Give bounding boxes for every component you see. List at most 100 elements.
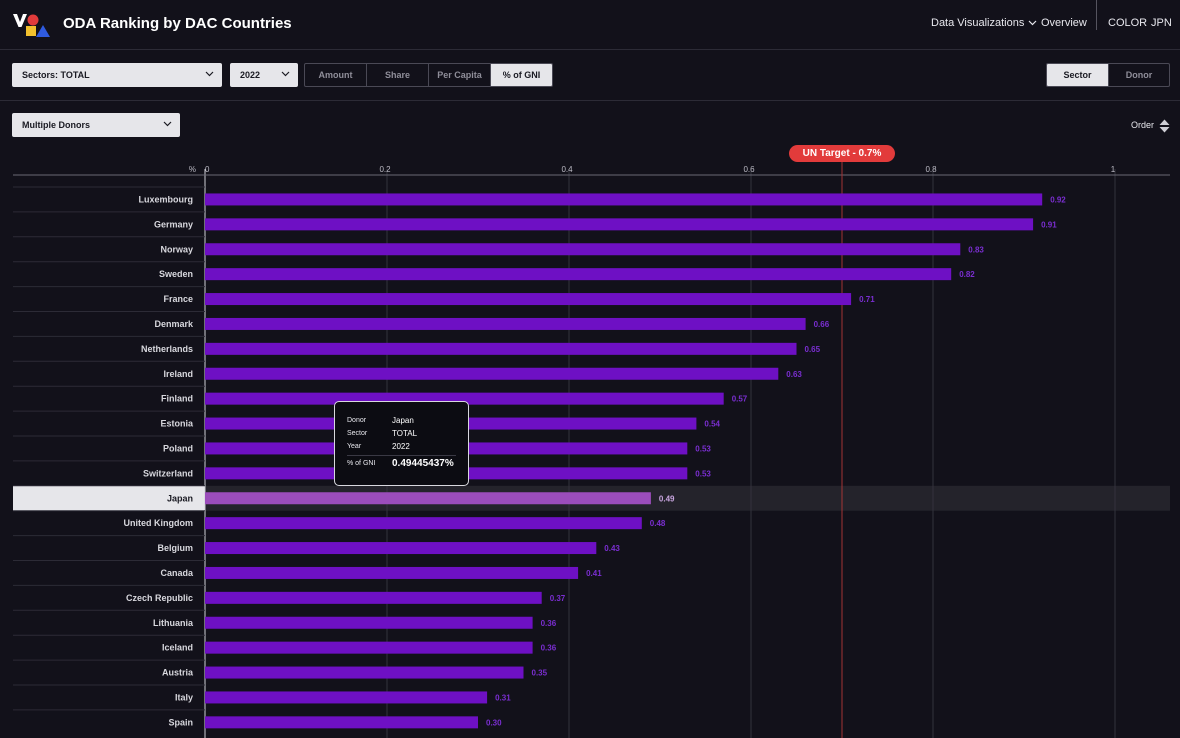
country-label: Sweden: [159, 269, 193, 279]
bar: [205, 367, 779, 380]
filter-toolbar: Sectors: TOTAL 2022 Amount Share Per Cap…: [0, 51, 1180, 101]
value-label: 0.83: [968, 245, 984, 254]
country-label: Finland: [161, 394, 193, 404]
bar: [205, 317, 806, 330]
tooltip-gni-value: 0.49445437%: [392, 458, 454, 469]
country-label: Germany: [154, 219, 193, 229]
x-tick-label: 0.4: [561, 165, 573, 174]
tooltip-donor-label: Donor: [347, 417, 367, 424]
nav-data-visualizations-label: Data Visualizations: [931, 17, 1025, 29]
value-label: 0.49: [659, 494, 675, 503]
tab-per-capita[interactable]: Per Capita: [429, 64, 491, 86]
year-select-value: 2022: [240, 70, 261, 80]
country-label: Norway: [160, 244, 193, 254]
value-label: 0.82: [959, 270, 975, 279]
value-label: 0.53: [695, 469, 711, 478]
tooltip-divider: [347, 455, 456, 456]
nav-data-visualizations[interactable]: Data Visualizations: [931, 17, 1037, 29]
tab-donor[interactable]: Donor: [1109, 64, 1169, 86]
voda-logo-icon[interactable]: [12, 12, 52, 38]
bar: [205, 566, 579, 579]
bar: [205, 517, 642, 530]
value-label: 0.54: [704, 420, 720, 429]
oda-bar-chart: 0 0.2 0.4 0.6 0.8 1% Luxembourg 0.92 Germany 0.91…: [13, 160, 1170, 738]
language-toggle[interactable]: JPN: [1151, 17, 1172, 29]
sector-select-value: Sectors: TOTAL: [22, 70, 90, 80]
tooltip-year-value: 2022: [392, 442, 410, 451]
value-label: 0.36: [541, 644, 557, 653]
bar: [205, 666, 524, 679]
order-label: Order: [1131, 120, 1155, 130]
tooltip-sector-label: Sector: [347, 430, 368, 437]
value-label: 0.35: [532, 669, 548, 678]
bar: [205, 293, 852, 306]
country-label: France: [163, 294, 193, 304]
value-label: 0.31: [495, 693, 511, 702]
bar: [205, 616, 533, 629]
x-tick-label: 0: [205, 165, 210, 174]
app-header: ODA Ranking by DAC Countries Data Visual…: [0, 0, 1180, 50]
page-title: ODA Ranking by DAC Countries: [63, 15, 292, 32]
country-label: Netherlands: [141, 344, 193, 354]
country-label: Ireland: [163, 369, 193, 379]
x-axis-label: %: [189, 165, 196, 174]
donor-select[interactable]: Multiple Donors: [12, 113, 180, 137]
bar-tooltip: Donor Japan Sector TOTAL Year 2022 % of GNI…: [334, 401, 469, 486]
country-label: Belgium: [157, 543, 193, 553]
view-tabs: Sector Donor: [1046, 63, 1170, 87]
value-label: 0.63: [786, 370, 802, 379]
year-select[interactable]: 2022: [230, 63, 298, 87]
value-label: 0.43: [604, 544, 620, 553]
value-label: 0.37: [550, 594, 566, 603]
tooltip-year-label: Year: [347, 443, 362, 450]
value-label: 0.36: [541, 619, 557, 628]
value-label: 0.92: [1050, 195, 1066, 204]
tab-sector[interactable]: Sector: [1047, 64, 1109, 86]
x-tick-label: 0.8: [925, 165, 937, 174]
bar: [205, 691, 488, 704]
metric-tabs: Amount Share Per Capita % of GNI: [304, 63, 553, 87]
country-label: United Kingdom: [124, 518, 194, 528]
country-label: Iceland: [162, 643, 193, 653]
chevron-down-icon: [205, 71, 214, 77]
bar: [205, 268, 952, 281]
donor-select-value: Multiple Donors: [22, 120, 90, 130]
value-label: 0.71: [859, 295, 875, 304]
value-label: 0.91: [1041, 220, 1057, 229]
country-label: Denmark: [154, 319, 194, 329]
bar: [205, 342, 797, 355]
bar: [205, 492, 651, 505]
bar: [205, 193, 1043, 206]
bar: [205, 218, 1034, 231]
bar: [205, 716, 478, 729]
tab-share[interactable]: Share: [367, 64, 429, 86]
chevron-down-icon: [163, 121, 172, 127]
x-tick-label: 0.6: [743, 165, 755, 174]
tooltip-gni-label: % of GNI: [347, 460, 376, 467]
country-label: Japan: [167, 493, 193, 503]
sector-select[interactable]: Sectors: TOTAL: [12, 63, 222, 87]
country-label: Switzerland: [143, 468, 193, 478]
value-label: 0.30: [486, 718, 502, 727]
value-label: 0.57: [732, 395, 748, 404]
nav-divider: [1096, 0, 1097, 30]
tab-percent-of-gni[interactable]: % of GNI: [491, 64, 552, 86]
country-label: Canada: [160, 568, 194, 578]
nav-color[interactable]: COLOR: [1108, 17, 1147, 29]
chevron-down-icon: [1028, 20, 1037, 26]
value-label: 0.66: [814, 320, 830, 329]
country-label: Italy: [175, 692, 193, 702]
bar: [205, 243, 961, 256]
bar: [205, 542, 597, 555]
tab-amount[interactable]: Amount: [305, 64, 367, 86]
x-tick-label: 1: [1111, 165, 1116, 174]
un-target-badge: UN Target - 0.7%: [789, 145, 895, 162]
value-label: 0.65: [805, 345, 821, 354]
x-tick-label: 0.2: [379, 165, 391, 174]
nav-overview[interactable]: Overview: [1041, 17, 1087, 29]
value-label: 0.53: [695, 444, 711, 453]
order-sort-button[interactable]: Order: [1131, 119, 1170, 133]
value-label: 0.48: [650, 519, 666, 528]
country-label: Estonia: [160, 419, 194, 429]
country-label: Luxembourg: [138, 194, 193, 204]
